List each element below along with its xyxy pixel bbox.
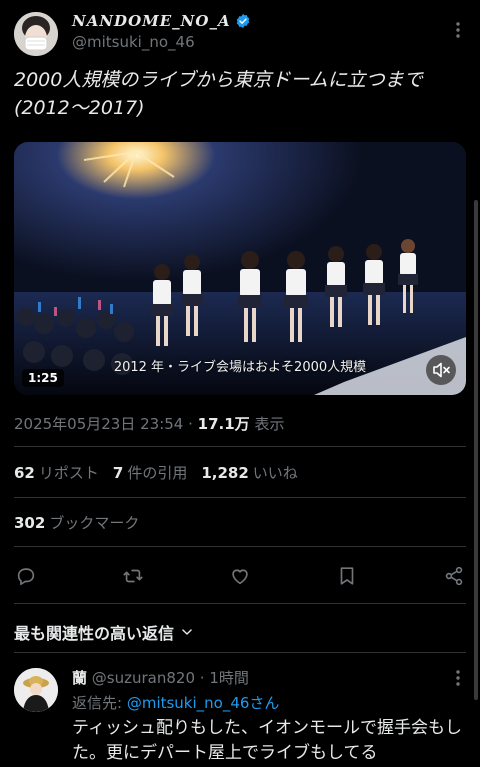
reply-more-options-icon[interactable]: [449, 668, 467, 688]
share-button[interactable]: [442, 564, 466, 588]
bookmarks-label: ブックマーク: [49, 514, 140, 532]
likes-count: 1,282: [201, 464, 249, 482]
reply-author-handle[interactable]: @suzuran820: [92, 669, 195, 687]
repost-icon: [123, 569, 143, 583]
likes-label: いいね: [252, 464, 298, 482]
repost-button[interactable]: [121, 564, 145, 588]
reply-text: ティッシュ配りもした、イオンモールで握手会もした。更にデパート屋上でライブもして…: [72, 718, 462, 763]
engagement-stats: 62 リポスト 7 件の引用 1,282 いいね: [14, 462, 298, 483]
divider: [14, 603, 466, 604]
verified-badge-icon: [236, 14, 249, 28]
reply-author-avatar[interactable]: [14, 668, 58, 712]
reply-button[interactable]: [14, 564, 38, 588]
like-button[interactable]: [228, 564, 252, 588]
bookmarks-count: 302: [14, 514, 46, 532]
reply-author-name[interactable]: 蘭: [72, 669, 87, 687]
video-subtitle: 2012 年・ライブ会場はおよそ2000人規模: [113, 360, 367, 375]
reposts-stat[interactable]: 62 リポスト: [14, 462, 99, 483]
bookmark-icon: [340, 567, 354, 585]
video-duration: 1:25: [22, 369, 64, 387]
divider: [14, 497, 466, 498]
reply-to-label: 返信先:: [72, 694, 127, 712]
quotes-stat[interactable]: 7 件の引用: [113, 462, 187, 483]
divider: [14, 652, 466, 653]
author-name-row[interactable]: NANDOME_NO_A: [72, 12, 251, 30]
divider: [14, 446, 466, 447]
chevron-down-icon: [182, 629, 192, 635]
tweet-text: 2000人規模のライブから東京ドームに立つまで(2012〜2017): [14, 69, 423, 119]
likes-stat[interactable]: 1,282 いいね: [201, 462, 297, 483]
author-handle[interactable]: @mitsuki_no_46: [72, 33, 195, 51]
bookmark-button[interactable]: [335, 564, 359, 588]
quotes-count: 7: [112, 464, 124, 482]
reposts-label: リポスト: [38, 464, 99, 482]
bookmarks-stat[interactable]: 302 ブックマーク: [14, 512, 139, 533]
divider: [14, 546, 466, 547]
tweet-meta: 2025年05月23日 23:54 · 17.1万 表示: [14, 413, 284, 434]
reply-time[interactable]: 1時間: [209, 669, 249, 687]
author-avatar[interactable]: [14, 12, 58, 56]
reply-icon: [17, 568, 35, 586]
more-options-icon[interactable]: [449, 20, 467, 40]
reply-to-link[interactable]: @mitsuki_no_46さん: [127, 694, 280, 712]
mute-button[interactable]: [426, 355, 456, 385]
tweet-timestamp[interactable]: 2025年05月23日 23:54: [14, 415, 183, 433]
reposts-count: 62: [14, 464, 35, 482]
tweet-video[interactable]: 2012 年・ライブ会場はおよそ2000人規模 1:25: [14, 142, 466, 395]
share-icon: [445, 566, 463, 586]
views-count: 17.1万: [197, 415, 250, 433]
speaker-muted-icon: [433, 362, 450, 378]
like-icon: [232, 569, 248, 585]
meta-separator: ·: [183, 415, 198, 433]
reply-header: 蘭 @suzuran820 · 1時間: [72, 667, 249, 688]
reply-separator: ·: [199, 669, 205, 687]
replies-sort-dropdown[interactable]: 最も関連性の高い返信: [14, 620, 194, 644]
author-display-name[interactable]: NANDOME_NO_A: [72, 12, 231, 30]
views-label: 表示: [254, 415, 285, 433]
reply-to-line: 返信先: @mitsuki_no_46さん: [72, 692, 279, 713]
quotes-label: 件の引用: [127, 464, 188, 482]
scrollbar[interactable]: [474, 200, 478, 700]
action-bar: [14, 560, 466, 592]
replies-sort-label: 最も関連性の高い返信: [14, 624, 175, 643]
